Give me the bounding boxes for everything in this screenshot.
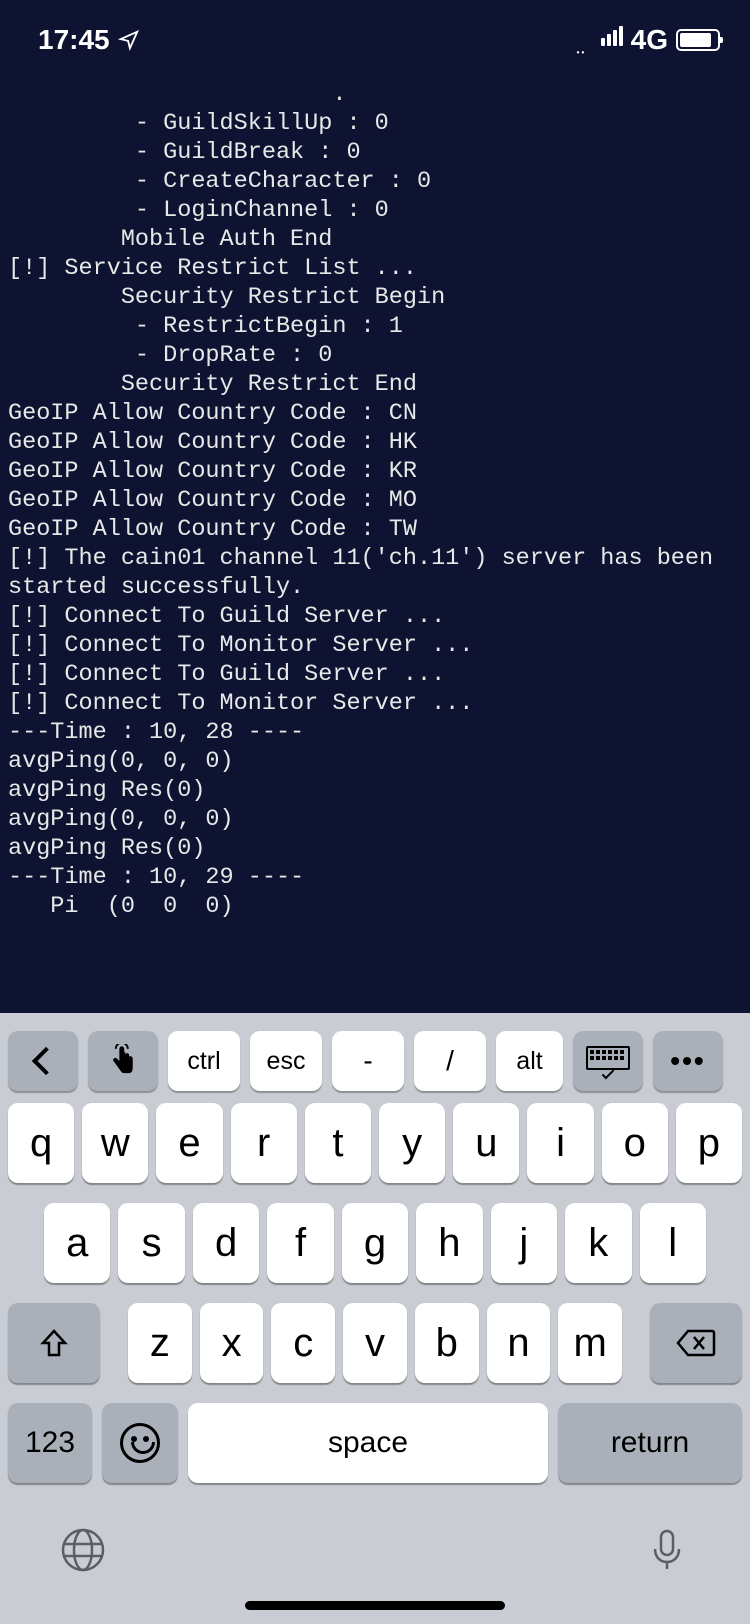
battery-icon (676, 29, 720, 51)
terminal-line: GeoIP Allow Country Code : MO (8, 487, 417, 514)
key-w[interactable]: w (82, 1103, 148, 1183)
key-y[interactable]: y (379, 1103, 445, 1183)
numbers-key[interactable]: 123 (8, 1403, 92, 1483)
terminal-line: [!] Connect To Monitor Server ... (8, 632, 473, 659)
terminal-line: - GuildSkillUp : 0 (8, 110, 389, 137)
terminal-line: Security Restrict End (8, 371, 417, 398)
backspace-key[interactable] (650, 1303, 742, 1383)
terminal-line: GeoIP Allow Country Code : CN (8, 400, 417, 427)
terminal-line: ---Time : 10, 29 ---- (8, 864, 304, 891)
microphone-icon[interactable] (644, 1527, 690, 1573)
finger-tap-icon (108, 1044, 138, 1078)
key-q[interactable]: q (8, 1103, 74, 1183)
shift-key[interactable] (8, 1303, 100, 1383)
key-u[interactable]: u (453, 1103, 519, 1183)
shift-icon (38, 1327, 70, 1359)
terminal-line: Mobile Auth End (8, 226, 332, 253)
terminal-line: Pi (0 0 0) (8, 893, 234, 920)
key-j[interactable]: j (491, 1203, 557, 1283)
chevron-left-icon (32, 1047, 60, 1075)
key-r[interactable]: r (231, 1103, 297, 1183)
terminal-line: - RestrictBegin : 1 (8, 313, 403, 340)
keyboard-row-4: 123 space return (6, 1403, 744, 1483)
terminal-line: - LoginChannel : 0 (8, 197, 389, 224)
key-s[interactable]: s (118, 1203, 184, 1283)
terminal-line: Security Restrict Begin (8, 284, 445, 311)
terminal-line: ---Time : 10, 28 ---- (8, 719, 304, 746)
terminal-line: GeoIP Allow Country Code : TW (8, 516, 417, 543)
key-o[interactable]: o (602, 1103, 668, 1183)
keyboard-accessory-row: ctrl esc - / alt ••• (6, 1025, 744, 1103)
ctrl-key[interactable]: ctrl (168, 1031, 240, 1091)
key-a[interactable]: a (44, 1203, 110, 1283)
key-b[interactable]: b (415, 1303, 479, 1383)
space-key[interactable]: space (188, 1403, 548, 1483)
keyboard-row-2: a s d f g h j k l (6, 1203, 744, 1283)
dash-key[interactable]: - (332, 1031, 404, 1091)
status-time: 17:45 (38, 24, 110, 56)
globe-icon[interactable] (60, 1527, 106, 1573)
terminal-line: . (8, 81, 346, 108)
key-x[interactable]: x (200, 1303, 264, 1383)
terminal-line: - GuildBreak : 0 (8, 139, 361, 166)
keyboard-bottom-bar (6, 1503, 744, 1573)
emoji-key[interactable] (102, 1403, 178, 1483)
key-i[interactable]: i (527, 1103, 593, 1183)
more-button[interactable]: ••• (653, 1031, 723, 1091)
alt-key[interactable]: alt (496, 1031, 563, 1091)
key-g[interactable]: g (342, 1203, 408, 1283)
terminal-line: [!] Connect To Monitor Server ... (8, 690, 473, 717)
touch-mode-button[interactable] (88, 1031, 158, 1091)
key-z[interactable]: z (128, 1303, 192, 1383)
status-right: •• 4G (601, 24, 720, 56)
keyboard-down-icon (586, 1046, 630, 1076)
key-e[interactable]: e (156, 1103, 222, 1183)
esc-key[interactable]: esc (250, 1031, 322, 1091)
keyboard-row-3: z x c v b n m (6, 1303, 744, 1383)
terminal-line: - DropRate : 0 (8, 342, 332, 369)
nav-back-button[interactable] (8, 1031, 78, 1091)
key-k[interactable]: k (565, 1203, 631, 1283)
terminal-line: avgPing(0, 0, 0) (8, 748, 234, 775)
slash-key[interactable]: / (414, 1031, 486, 1091)
terminal-line: avgPing(0, 0, 0) (8, 806, 234, 833)
terminal-line: [!] Connect To Guild Server ... (8, 603, 445, 630)
terminal-line: GeoIP Allow Country Code : HK (8, 429, 417, 456)
terminal-line: avgPing Res(0) (8, 835, 205, 862)
terminal-line: [!] Service Restrict List ... (8, 255, 417, 282)
return-key[interactable]: return (558, 1403, 742, 1483)
terminal-line: GeoIP Allow Country Code : KR (8, 458, 417, 485)
emoji-icon (120, 1423, 160, 1463)
terminal-output[interactable]: . - GuildSkillUp : 0 - GuildBreak : 0 - … (0, 70, 750, 1013)
dismiss-keyboard-button[interactable] (573, 1031, 643, 1091)
backspace-icon (676, 1329, 716, 1357)
key-p[interactable]: p (676, 1103, 742, 1183)
location-icon (118, 29, 140, 51)
keyboard: ctrl esc - / alt ••• q w e r t y u i o p… (0, 1013, 750, 1624)
key-v[interactable]: v (343, 1303, 407, 1383)
status-bar: 17:45 •• 4G (0, 0, 750, 70)
key-l[interactable]: l (640, 1203, 706, 1283)
key-h[interactable]: h (416, 1203, 482, 1283)
key-n[interactable]: n (487, 1303, 551, 1383)
network-label: 4G (631, 24, 668, 56)
terminal-line: - CreateCharacter : 0 (8, 168, 431, 195)
key-m[interactable]: m (558, 1303, 622, 1383)
signal-icon (601, 26, 623, 46)
terminal-line: avgPing Res(0) (8, 777, 205, 804)
home-indicator[interactable] (245, 1601, 505, 1610)
terminal-line: [!] The cain01 channel 11('ch.11') serve… (8, 545, 713, 572)
key-c[interactable]: c (271, 1303, 335, 1383)
terminal-line: [!] Connect To Guild Server ... (8, 661, 445, 688)
status-left: 17:45 (38, 24, 140, 56)
key-f[interactable]: f (267, 1203, 333, 1283)
key-d[interactable]: d (193, 1203, 259, 1283)
terminal-line: started successfully. (8, 574, 304, 601)
key-t[interactable]: t (305, 1103, 371, 1183)
keyboard-row-1: q w e r t y u i o p (6, 1103, 744, 1183)
